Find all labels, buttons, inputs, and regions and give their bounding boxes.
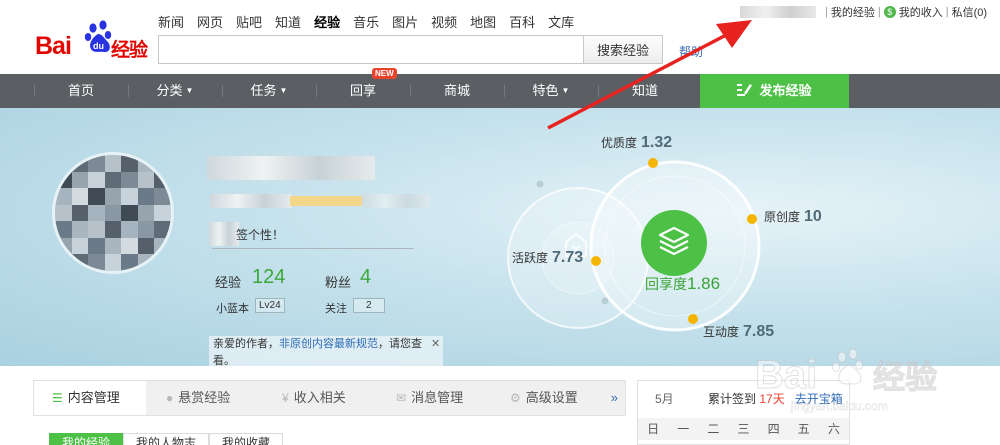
- main-navbar: 首页 分类 ▼ 任务 ▼ 回享 NEW 商城 特色 ▼ 知道: [0, 68, 1000, 108]
- tab-advanced-settings[interactable]: ⚙ 高级设置: [510, 381, 578, 415]
- my-income-link[interactable]: 我的收入: [899, 4, 943, 20]
- metric-circles: [507, 158, 761, 332]
- caret-down-icon: ▼: [561, 86, 570, 95]
- management-tabs: ☰ 内容管理 ● 悬赏经验 ¥ 收入相关 ✉ 消息管理 ⚙ 高级设置 »: [33, 380, 626, 416]
- gear-icon: ⚙: [510, 391, 521, 405]
- nav-link-wenku[interactable]: 文库: [548, 12, 574, 31]
- navbar-item-category[interactable]: 分类 ▼: [128, 74, 222, 108]
- site-header: Bai du 经验 新闻 网页 贴吧 知道 经验 音乐 图片 视频 地图 百科 …: [0, 0, 1000, 74]
- nav-link-baike[interactable]: 百科: [509, 12, 535, 31]
- tab-content-manage[interactable]: ☰ 内容管理: [34, 381, 146, 415]
- search-box: 搜索经验: [158, 35, 663, 64]
- navbar-item-zhidao[interactable]: 知道: [598, 74, 692, 108]
- svg-text:du: du: [93, 41, 104, 51]
- nav-link-jingyan[interactable]: 经验: [314, 12, 340, 31]
- search-button[interactable]: 搜索经验: [583, 35, 663, 64]
- logo-bai-text: Bai: [35, 32, 72, 60]
- separator: |: [877, 6, 881, 18]
- baidu-jingyan-logo[interactable]: Bai du 经验: [35, 18, 153, 62]
- search-input[interactable]: [158, 35, 583, 64]
- new-badge: NEW: [372, 68, 397, 79]
- baidu-jingyan-watermark: Bai 经验 jingyan.baidu.com: [755, 348, 938, 413]
- list-icon: ☰: [52, 391, 63, 405]
- nav-link-images[interactable]: 图片: [392, 12, 418, 31]
- tabs-more-button[interactable]: »: [611, 381, 618, 415]
- profile-banner: 签个性！ 经验 124 粉丝 4 小蓝本 Lv24 关注 2 亲爱的作者，非原创…: [0, 108, 1000, 366]
- svg-text:经验: 经验: [873, 358, 937, 396]
- nav-link-video[interactable]: 视频: [431, 12, 457, 31]
- metric-huixiang: 回享度1.86: [645, 274, 721, 293]
- messages-link[interactable]: 私信(0): [952, 4, 987, 20]
- nav-link-news[interactable]: 新闻: [158, 12, 184, 31]
- navbar-item-tasks[interactable]: 任务 ▼: [222, 74, 316, 108]
- reward-icon: ●: [166, 391, 174, 405]
- svg-text:jingyan.baidu.com: jingyan.baidu.com: [790, 399, 888, 413]
- metric-quality: 优质度 1.32: [601, 134, 673, 151]
- coin-icon: $: [883, 6, 896, 18]
- content-subtabs: 我的经验 我的人物志 我的收藏: [49, 433, 284, 445]
- logo-jingyan-text: 经验: [111, 39, 148, 61]
- my-jingyan-link[interactable]: 我的经验: [831, 4, 875, 20]
- navbar-item-featured[interactable]: 特色 ▼: [504, 74, 598, 108]
- navbar-item-huixiang[interactable]: 回享: [316, 74, 410, 108]
- subtab-my-profiles[interactable]: 我的人物志: [123, 433, 210, 445]
- navbar-item-mall[interactable]: 商城: [410, 74, 504, 108]
- nav-link-music[interactable]: 音乐: [353, 12, 379, 31]
- metric-activity: 活跃度 7.73: [512, 249, 584, 266]
- tab-reward-exp[interactable]: ● 悬赏经验: [166, 381, 230, 415]
- separator: |: [825, 6, 828, 18]
- mail-icon: ✉: [396, 391, 407, 405]
- tab-messages[interactable]: ✉ 消息管理: [396, 381, 463, 415]
- nav-link-tieba[interactable]: 贴吧: [236, 12, 262, 31]
- edit-icon: [737, 84, 753, 96]
- help-link[interactable]: 帮助: [679, 43, 703, 60]
- separator: |: [945, 6, 949, 18]
- metric-original: 原创度 10: [764, 208, 822, 225]
- tab-income[interactable]: ¥ 收入相关: [282, 381, 346, 415]
- yen-icon: ¥: [282, 391, 289, 405]
- navbar-item-home[interactable]: 首页: [34, 74, 128, 108]
- nav-link-zhidao[interactable]: 知道: [275, 12, 301, 31]
- publish-button[interactable]: 发布经验: [700, 74, 849, 108]
- subtab-my-jingyan[interactable]: 我的经验: [49, 433, 124, 445]
- svg-text:Bai: Bai: [755, 353, 817, 397]
- caret-down-icon: ▼: [185, 86, 194, 95]
- layers-icon: [658, 226, 690, 256]
- nav-link-map[interactable]: 地图: [470, 12, 496, 31]
- username-blurred[interactable]: [740, 6, 816, 18]
- user-bar: | 我的经验 | $ 我的收入 | 私信(0): [740, 4, 987, 20]
- subtab-my-favorites[interactable]: 我的收藏: [209, 433, 284, 445]
- product-nav: 新闻 网页 贴吧 知道 经验 音乐 图片 视频 地图 百科 文库: [158, 12, 587, 31]
- calendar-month: 5月: [655, 392, 674, 406]
- caret-down-icon: ▼: [279, 86, 288, 95]
- nav-link-web[interactable]: 网页: [197, 12, 223, 31]
